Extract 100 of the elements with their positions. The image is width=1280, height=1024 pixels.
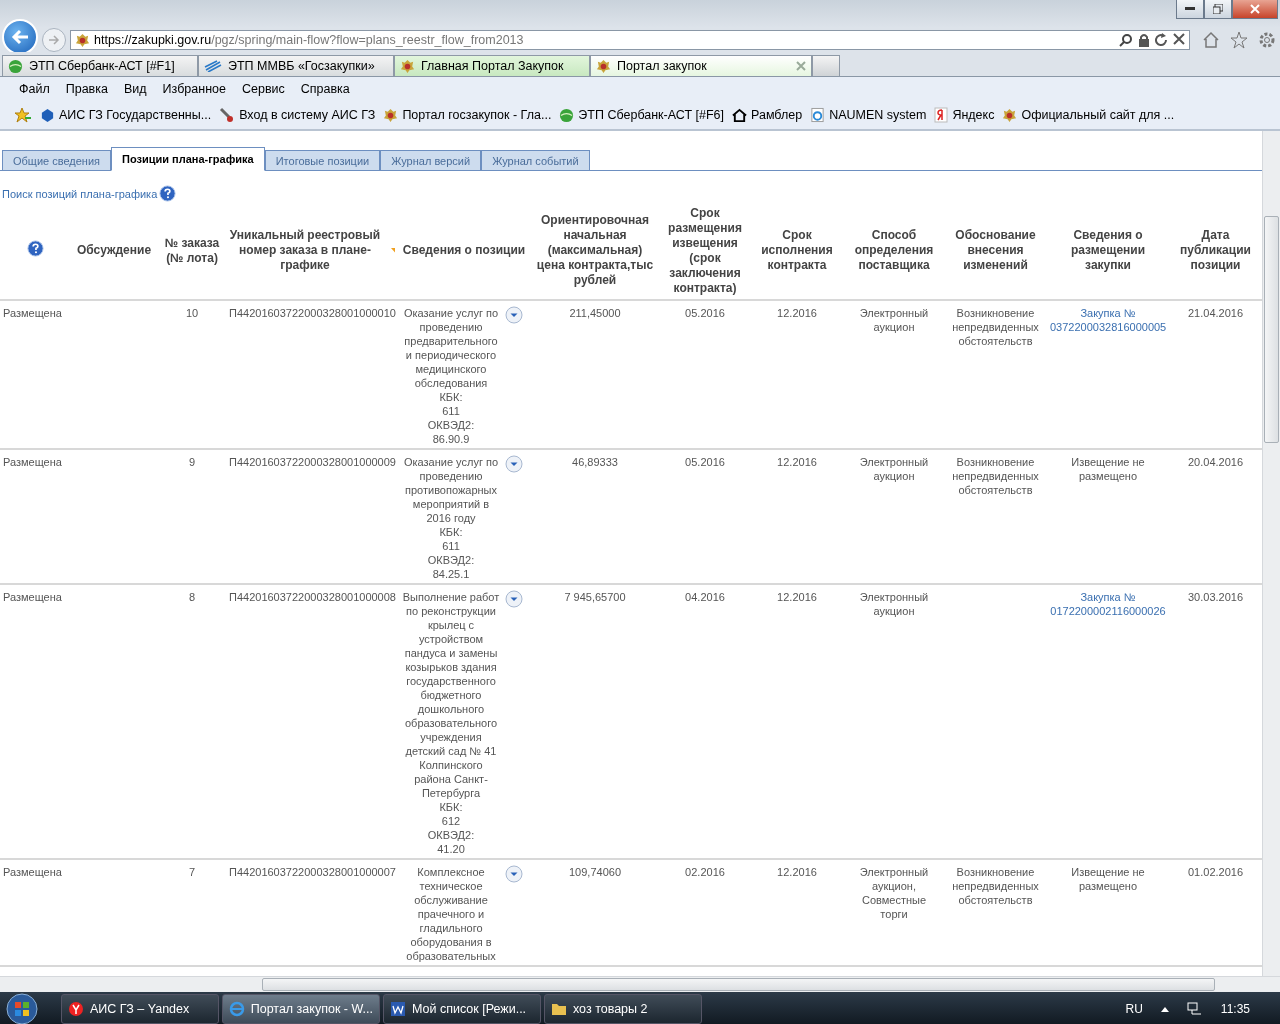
menu-item[interactable]: Файл (19, 82, 50, 96)
favorite-link[interactable]: Рамблер (732, 107, 803, 123)
position-description: 611 (442, 404, 460, 418)
network-icon[interactable] (1186, 1002, 1203, 1016)
browser-tab[interactable]: Главная Портал Закупок (394, 55, 590, 76)
emblem-icon (596, 58, 611, 74)
column-header[interactable]: № заказа (№ лота) (161, 235, 223, 266)
clock[interactable]: 11:35 (1220, 1002, 1250, 1016)
method-cell: Электронный аукцион, Совместные торги (859, 866, 929, 920)
execution-term-cell: 12.2016 (777, 307, 817, 319)
column-header[interactable]: Сведения о размещении закупки (1050, 228, 1166, 273)
browser-tab[interactable]: ЭТП Сбербанк-АСТ [#F1] (2, 55, 198, 76)
menu-item[interactable]: Сервис (241, 82, 285, 96)
registry-number-cell: П44201603722000328001000008 (229, 591, 396, 603)
scrollbar-thumb[interactable] (1264, 216, 1279, 443)
forward-arrow-icon (48, 35, 60, 45)
procurement-link[interactable]: Закупка № 0172200002116000026 (1050, 590, 1166, 618)
search-link[interactable]: Поиск позиций плана-графика (2, 187, 158, 200)
taskbar-button[interactable]: хоз товары 2 (544, 994, 702, 1024)
search-icon[interactable] (1119, 33, 1133, 47)
star-icon[interactable] (1230, 31, 1248, 49)
position-description: ОКВЭД2: (427, 418, 475, 432)
page-tab[interactable]: Журнал событий (481, 150, 590, 170)
column-header[interactable]: Ориентировочная начальная (максимальная) цена контракта,тыс рублей (533, 213, 657, 288)
settings-icon[interactable] (1258, 31, 1276, 49)
change-reason-cell: Возникновение непредвиденных обстоятельств (952, 866, 1039, 906)
column-header[interactable]: Сведения о позиции (402, 243, 526, 258)
column-header[interactable]: Обоснование внесения изменений (947, 228, 1044, 273)
emblem-icon (75, 32, 90, 48)
order-number-cell: 7 (188, 866, 196, 878)
forward-button[interactable] (42, 28, 66, 52)
page-tab[interactable]: Позиции плана-графика (111, 147, 265, 171)
column-header[interactable]: Срок исполнения контракта (753, 228, 841, 273)
browser-tab[interactable]: Портал закупок (590, 55, 812, 76)
taskbar-button[interactable]: АИС ГЗ – Yandex (61, 994, 219, 1024)
column-header[interactable]: Срок размещения извещения (срок заключения контракта) (663, 205, 747, 296)
placement-term-cell: 04.2016 (685, 591, 725, 603)
registry-number-cell: П44201603722000328001000010 (229, 307, 396, 319)
page-tab[interactable]: Журнал версий (380, 150, 482, 170)
refresh-icon[interactable] (1155, 33, 1168, 47)
favorite-link[interactable]: Яндекс (934, 107, 995, 123)
close-button[interactable] (1232, 0, 1278, 19)
restore-button[interactable] (1204, 0, 1232, 19)
dropdown-icon[interactable] (505, 455, 523, 473)
browser-tab[interactable]: ЭТП ММВБ «Госзакупки» (198, 55, 394, 76)
order-number-cell: 8 (188, 591, 196, 603)
column-header[interactable]: Способ определения поставщика (847, 228, 941, 273)
lock-icon[interactable] (1138, 33, 1150, 47)
dropdown-icon[interactable] (505, 865, 523, 883)
column-header[interactable]: Дата публикации позиции (1172, 228, 1259, 273)
execution-term-cell: 12.2016 (777, 456, 817, 468)
restore-icon (1213, 4, 1223, 14)
procurement-link[interactable]: Закупка № 0372200032816000005 (1050, 306, 1166, 334)
favorite-link[interactable]: Портал госзакупок - Гла... (383, 107, 552, 123)
start-icon[interactable] (6, 993, 38, 1024)
close-icon (1250, 4, 1260, 14)
menu-item[interactable]: Справка (300, 82, 350, 96)
minimize-button[interactable] (1176, 0, 1204, 19)
status-cell: Размещена (3, 591, 62, 603)
position-description: 41.20 (437, 842, 465, 856)
menu-item[interactable]: Избранное (162, 82, 226, 96)
menu-item[interactable]: Вид (123, 82, 147, 96)
favorite-link[interactable]: ЭТП Сбербанк-АСТ [#F6] (559, 107, 724, 123)
address-field[interactable]: https://zakupki.gov.ru/pgz/spring/main-flow?flow=plans_reestr_flow_from2013 (70, 30, 1190, 50)
stop-icon[interactable] (1173, 33, 1185, 45)
new-tab-button[interactable] (812, 55, 840, 76)
placement-term-cell: 05.2016 (685, 307, 725, 319)
position-description: Оказание услуг по проведению предварительного и периодического медицинского обследования (402, 306, 500, 390)
close-icon[interactable] (796, 61, 806, 71)
home-icon[interactable] (1202, 31, 1220, 49)
hexagon-icon (40, 107, 55, 123)
favorite-link[interactable]: Вход в систему АИС ГЗ (219, 107, 376, 123)
column-header[interactable]: Уникальный реестровый номер заказа в плане-графике (229, 228, 381, 273)
favorite-link[interactable]: NAUMEN system (810, 107, 927, 123)
star-icon[interactable] (14, 107, 32, 123)
dropdown-icon[interactable] (505, 590, 523, 608)
placement-term-cell: 05.2016 (685, 456, 725, 468)
menu-item[interactable]: Правка (65, 82, 108, 96)
taskbar-button[interactable]: Мой список [Режи... (383, 994, 541, 1024)
sort-icon[interactable] (390, 248, 395, 253)
tab-title: ЭТП ММВБ «Госзакупки» (228, 59, 375, 73)
help-icon[interactable] (26, 240, 44, 257)
position-description: КБК: (439, 800, 463, 814)
dropdown-icon[interactable] (505, 306, 523, 324)
position-description: КБК: (439, 390, 463, 404)
page-tab[interactable]: Итоговые позиции (264, 150, 381, 170)
url-host: https://zakupki.gov.ru (94, 33, 212, 47)
taskbar-button[interactable]: Портал закупок - W... (222, 994, 380, 1024)
up-arrow-icon[interactable] (1160, 1006, 1169, 1012)
stripes-icon (204, 60, 222, 72)
status-cell: Размещена (3, 866, 62, 878)
column-header[interactable]: Обсуждение (76, 243, 152, 258)
help-icon[interactable] (159, 185, 177, 202)
favorite-link[interactable]: Официальный сайт для ... (1002, 107, 1175, 123)
language-indicator[interactable]: RU (1125, 1002, 1143, 1016)
tools-icon (219, 107, 236, 123)
page-tab[interactable]: Общие сведения (2, 150, 112, 170)
scrollbar-thumb[interactable] (262, 978, 1215, 991)
favorite-link[interactable]: АИС ГЗ Государственны... (40, 107, 212, 123)
tab-title: ЭТП Сбербанк-АСТ [#F1] (29, 59, 175, 73)
